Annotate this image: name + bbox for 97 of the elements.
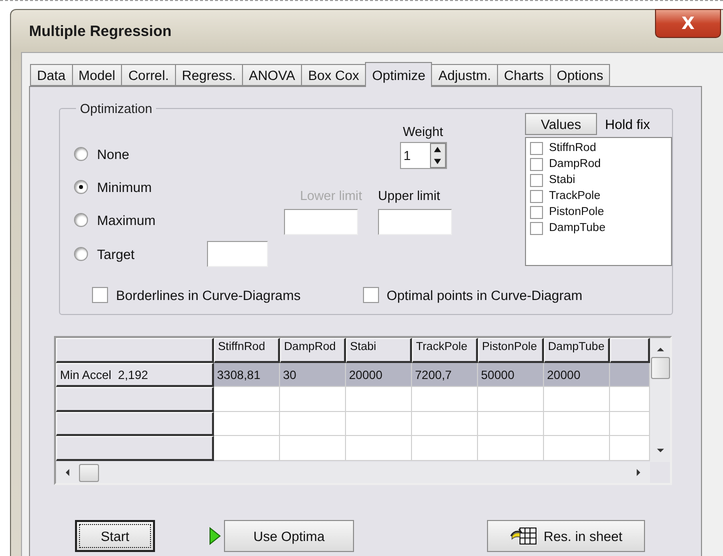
radio-option[interactable]: None: [74, 139, 207, 169]
window-title: Multiple Regression: [29, 22, 172, 40]
item-label: DampTube: [549, 222, 606, 234]
item-label: Stabi: [549, 174, 576, 186]
column-header: DampTube: [544, 338, 610, 362]
table-cell: [412, 387, 478, 412]
row-header: Min Accel 2,192: [56, 362, 214, 387]
tab[interactable]: ANOVA: [242, 64, 302, 86]
table-cell: [280, 412, 346, 436]
table-cell: [544, 412, 610, 436]
column-header: DampRod: [280, 338, 346, 362]
tab[interactable]: Regress.: [174, 64, 243, 86]
table-cell: [412, 412, 478, 436]
table-cell: [610, 387, 650, 412]
checkbox[interactable]: [530, 206, 543, 218]
weight-spinner[interactable]: 1: [400, 142, 446, 169]
list-item[interactable]: PistonPole: [530, 204, 671, 220]
list-item[interactable]: StiffnRod: [530, 140, 671, 156]
action-button[interactable]: Res. in sheet: [487, 520, 645, 552]
tab[interactable]: Box Cox: [301, 64, 366, 86]
item-label: TrackPole: [549, 190, 600, 202]
table-cell: [610, 436, 650, 460]
table-cell: [544, 387, 610, 412]
field-label: Upper limit: [378, 188, 440, 203]
list-item[interactable]: Stabi: [530, 172, 671, 188]
column-header: Stabi: [346, 338, 412, 362]
list-item[interactable]: DampRod: [530, 156, 671, 172]
tab[interactable]: Model: [72, 64, 122, 86]
table-cell: 7200,7: [412, 362, 478, 387]
table-cell: [478, 412, 544, 436]
list-item[interactable]: DampTube: [530, 220, 671, 236]
table-cell: [610, 412, 650, 436]
table-cell: [280, 436, 346, 460]
values-button[interactable]: Values: [525, 113, 597, 135]
vertical-scrollbar[interactable]: [650, 338, 670, 462]
column-header: StiffnRod: [214, 338, 280, 362]
checkbox[interactable]: [92, 287, 108, 303]
checkbox-option[interactable]: Borderlines in Curve-Diagrams: [92, 287, 301, 303]
target-field[interactable]: [207, 241, 268, 267]
checkbox-label: Optimal points in Curve-Diagram: [386, 288, 582, 302]
action-button[interactable]: Use Optima: [224, 520, 354, 552]
table-cell: [478, 436, 544, 460]
close-button[interactable]: X: [655, 9, 721, 38]
checkbox-option[interactable]: Optimal points in Curve-Diagram: [362, 287, 582, 303]
checkbox[interactable]: [530, 222, 543, 234]
radio-option[interactable]: Minimum: [74, 169, 207, 205]
table-cell: [478, 387, 544, 412]
tab[interactable]: Charts: [496, 64, 551, 86]
column-header: PistonPole: [478, 338, 544, 362]
checkbox[interactable]: [530, 142, 543, 154]
checkbox[interactable]: [530, 190, 543, 202]
down-arrow-icon[interactable]: [434, 158, 441, 165]
item-label: StiffnRod: [549, 142, 596, 154]
list-item[interactable]: TrackPole: [530, 188, 671, 204]
radio-option[interactable]: Maximum: [74, 205, 207, 235]
field-label: Weight: [402, 124, 444, 139]
column-header: TrackPole: [412, 338, 478, 362]
tab[interactable]: Options: [550, 64, 610, 86]
checkbox-label: Borderlines in Curve-Diagrams: [116, 288, 301, 302]
table-cell: 3308,81: [214, 362, 280, 387]
field-label: Lower limit: [300, 188, 362, 203]
up-arrow-icon[interactable]: [434, 146, 441, 154]
table-cell: [610, 362, 650, 387]
left-arrow-icon[interactable]: [64, 469, 71, 476]
list-label: Hold fix: [605, 116, 650, 132]
table-cell: [544, 436, 610, 460]
scroll-thumb[interactable]: [79, 464, 99, 482]
down-arrow-icon[interactable]: [656, 447, 664, 454]
item-label: PistonPole: [549, 206, 604, 218]
action-button[interactable]: Start: [75, 520, 155, 552]
horizontal-scrollbar[interactable]: [56, 462, 650, 483]
table-cell: 20000: [544, 362, 610, 387]
group-title: Optimization: [79, 101, 154, 116]
tab[interactable]: Optimize: [365, 62, 432, 87]
tab[interactable]: Data: [30, 64, 73, 86]
table-cell: [346, 436, 412, 460]
checkbox[interactable]: [530, 158, 543, 170]
table-cell: 20000: [346, 362, 412, 387]
table-cell: 30: [280, 362, 346, 387]
item-label: DampRod: [549, 158, 601, 170]
radio-option[interactable]: Target: [74, 235, 207, 273]
hold-fix-list[interactable]: StiffnRod DampRod Stabi TrackPole PistonPole DampTube: [525, 137, 672, 266]
up-arrow-icon[interactable]: [656, 346, 664, 353]
scroll-thumb[interactable]: [650, 357, 670, 379]
table-cell: [280, 387, 346, 412]
play-icon: [209, 527, 221, 545]
upper-limit-field[interactable]: [378, 209, 452, 235]
tab[interactable]: Adjustm.: [431, 64, 498, 86]
checkbox[interactable]: [530, 174, 543, 186]
table-cell: [346, 387, 412, 412]
right-arrow-icon[interactable]: [635, 469, 642, 476]
spreadsheet-icon: [510, 527, 538, 545]
table-cell: 50000: [478, 362, 544, 387]
table-cell: [412, 436, 478, 460]
table-cell: [346, 412, 412, 436]
checkbox[interactable]: [362, 287, 379, 303]
tab[interactable]: Correl.: [121, 64, 176, 86]
